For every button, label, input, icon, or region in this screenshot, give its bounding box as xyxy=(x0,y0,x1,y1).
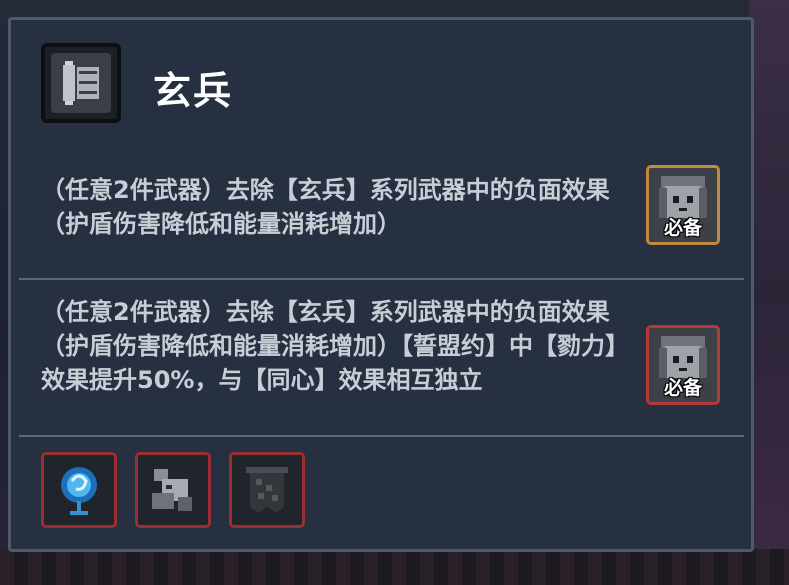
blue-spirit-orb-staff-icon xyxy=(61,467,97,515)
essential-badge[interactable]: 必备 xyxy=(646,165,720,245)
stone-beast-gauntlet-icon xyxy=(152,469,192,511)
set-effect-2-piece-extended: （任意2件武器）去除【玄兵】系列武器中的负面效果（护盾伤害降低和能量消耗增加）【… xyxy=(41,298,629,394)
badge-label: 必备 xyxy=(663,217,702,239)
panel-title: 玄兵 xyxy=(153,69,234,113)
background-scene-right xyxy=(749,0,789,585)
weapon-slot-1[interactable] xyxy=(41,452,117,528)
dark-banner-shield-icon xyxy=(246,467,288,513)
background-floor xyxy=(0,549,789,585)
badge-label: 必备 xyxy=(663,377,702,399)
weapon-slot-2[interactable] xyxy=(135,452,211,528)
section-divider xyxy=(19,278,744,280)
weapon-slot-3[interactable] xyxy=(229,452,305,528)
set-effect-2-piece: （任意2件武器）去除【玄兵】系列武器中的负面效果（护盾伤害降低和能量消耗增加） xyxy=(41,176,610,238)
section-divider xyxy=(19,435,744,437)
essential-badge[interactable]: 必备 xyxy=(646,325,720,405)
set-bonus-panel: 玄兵 （任意2件武器）去除【玄兵】系列武器中的负面效果（护盾伤害降低和能量消耗增… xyxy=(8,17,754,552)
pillar-scroll-icon xyxy=(41,43,121,123)
